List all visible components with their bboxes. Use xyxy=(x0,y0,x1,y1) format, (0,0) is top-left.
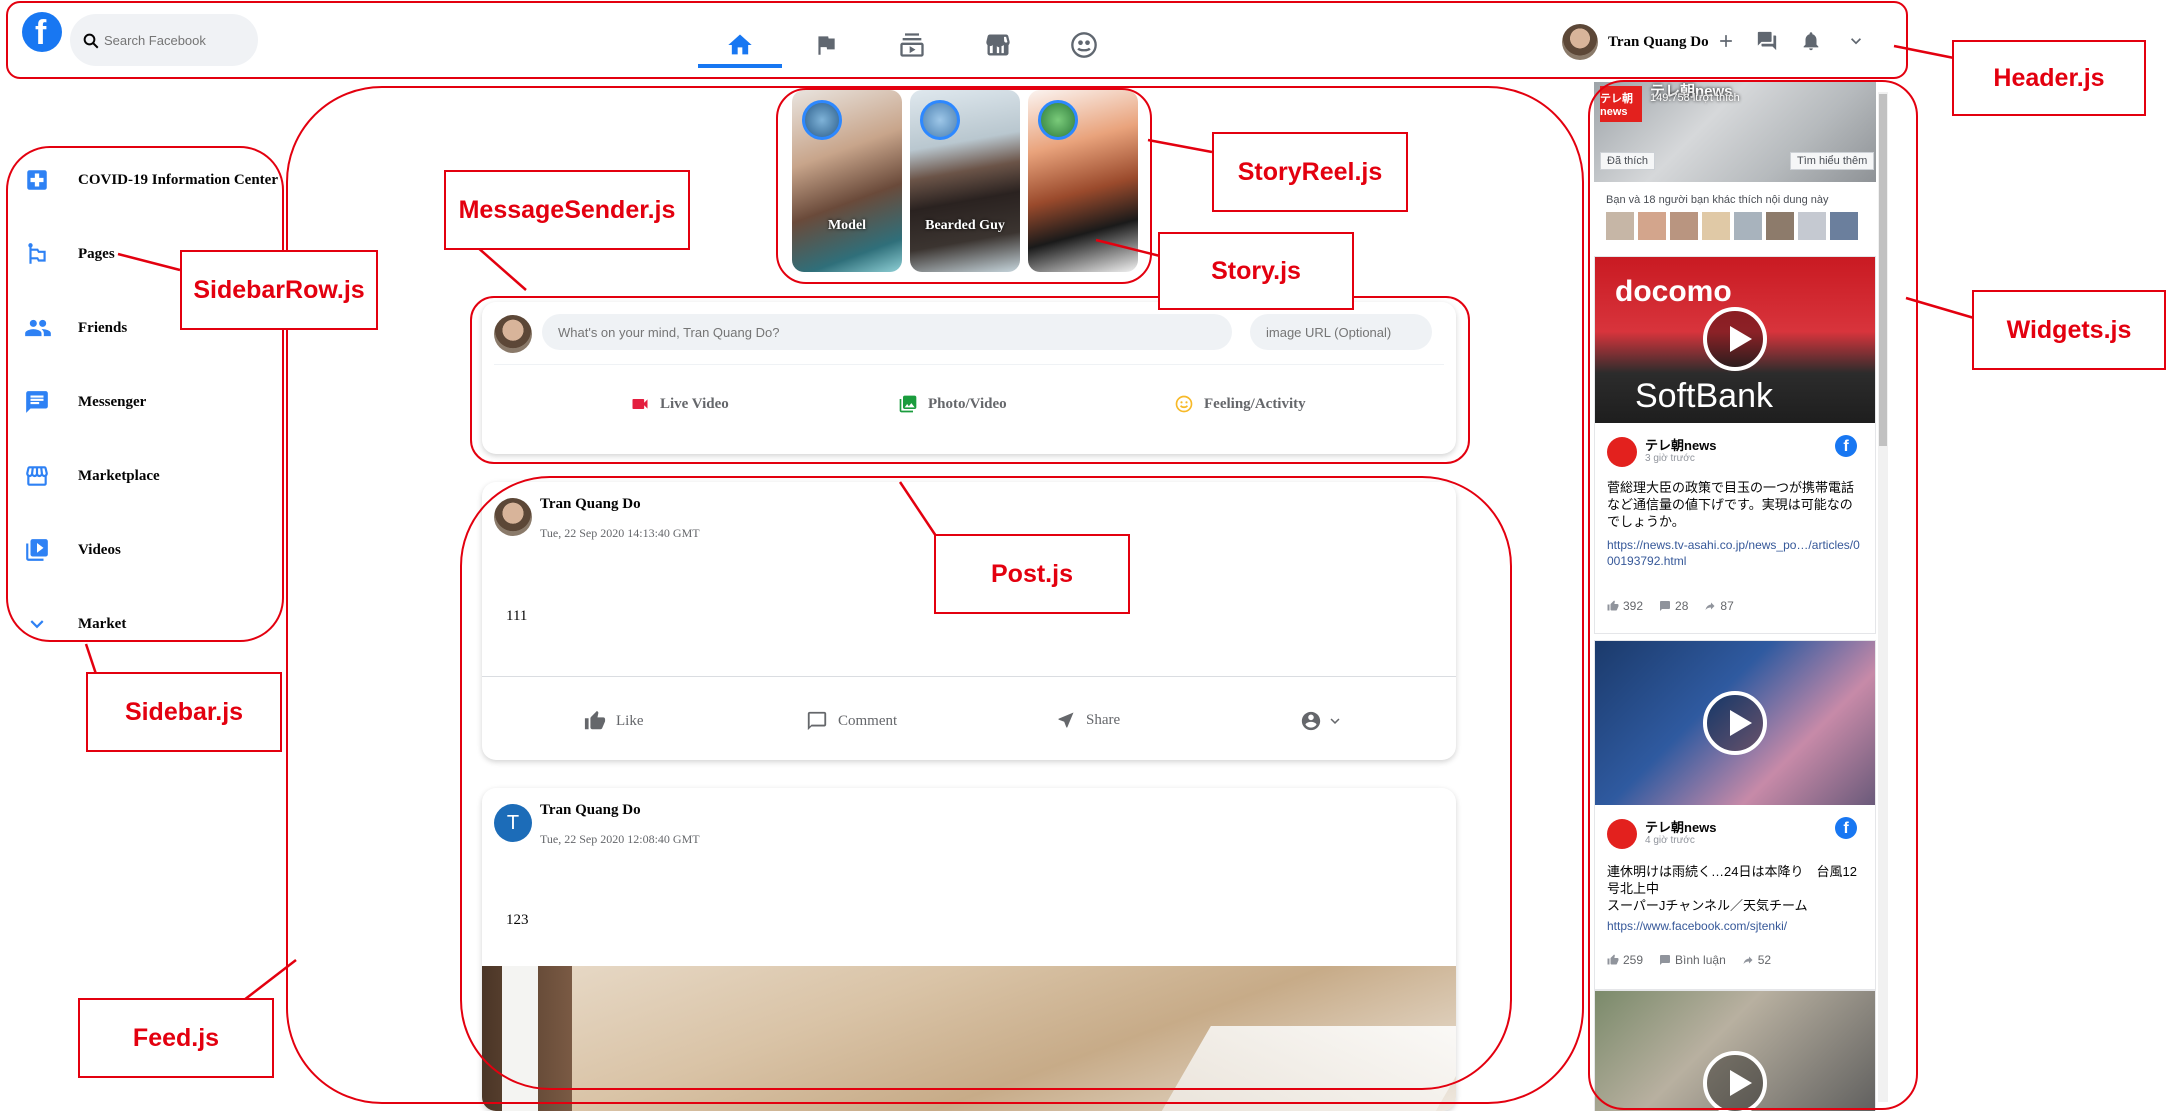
annotation-label-story: Story.js xyxy=(1158,232,1354,310)
annotation-label-feed: Feed.js xyxy=(78,998,274,1078)
annotation-label-widgets: Widgets.js xyxy=(1972,290,2166,370)
annotation-label-storyreel: StoryReel.js xyxy=(1212,132,1408,212)
annotation-label-post: Post.js xyxy=(934,534,1130,614)
annotation-label-sidebarrow: SidebarRow.js xyxy=(180,250,378,330)
annotation-label-header: Header.js xyxy=(1952,40,2146,116)
annotation-label-messagesender: MessageSender.js xyxy=(444,170,690,250)
annotation-label-sidebar: Sidebar.js xyxy=(86,672,282,752)
